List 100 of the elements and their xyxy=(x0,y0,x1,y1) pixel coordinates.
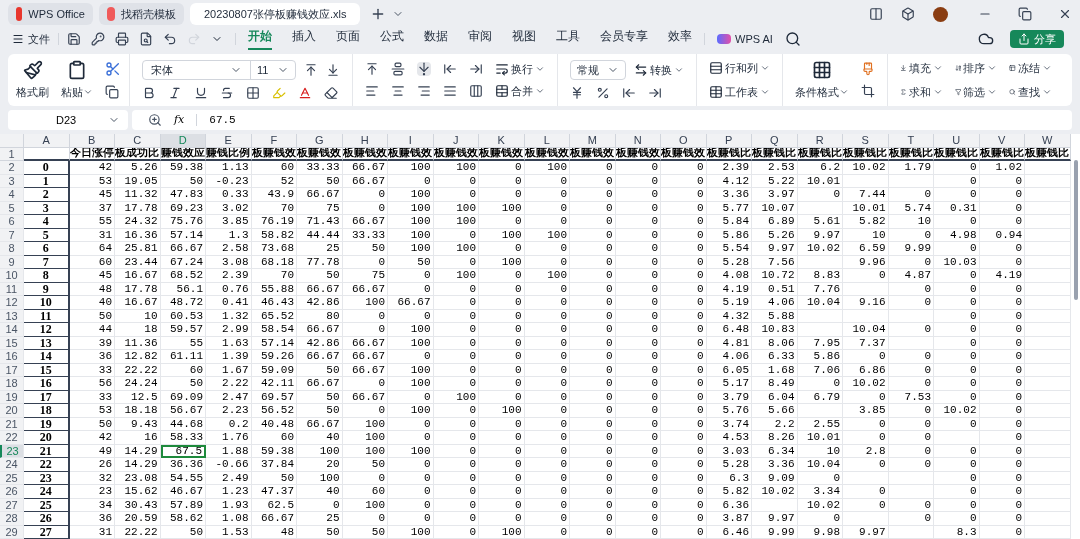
column-header[interactable]: P xyxy=(706,134,752,148)
indent-icon[interactable] xyxy=(469,61,483,76)
ribbon-button[interactable]: 转换 xyxy=(634,61,684,79)
ribbon-button[interactable]: 工作表 xyxy=(709,84,770,101)
decrease-decimal-icon[interactable] xyxy=(622,86,636,100)
restore-icon[interactable] xyxy=(1018,7,1032,21)
format-painter-button[interactable]: 格式刷 xyxy=(16,59,49,101)
avatar[interactable] xyxy=(933,6,948,22)
row-number[interactable]: 22 xyxy=(0,431,24,445)
column-header[interactable]: O xyxy=(661,134,707,148)
ribbon-tab[interactable]: 开始 xyxy=(248,28,272,50)
row-number[interactable]: 24 xyxy=(0,458,24,472)
row-number[interactable]: 28 xyxy=(0,512,24,526)
reading-mode-icon[interactable] xyxy=(869,7,883,21)
formula-value[interactable]: 67.5 xyxy=(209,111,236,129)
ribbon-tab[interactable]: 会员专享 xyxy=(600,28,648,50)
ribbon-button[interactable]: 排序 xyxy=(954,59,998,76)
increase-decimal-icon[interactable] xyxy=(648,86,662,100)
column-header[interactable]: R xyxy=(797,134,843,148)
ribbon-button[interactable]: 筛选 xyxy=(954,84,998,101)
crop-icon[interactable] xyxy=(861,84,875,98)
ai-button[interactable]: WPS AI xyxy=(717,30,773,48)
name-box[interactable]: D23 xyxy=(8,110,128,130)
row-number[interactable]: 4 xyxy=(0,188,24,202)
row-number[interactable]: 12 xyxy=(0,296,24,310)
save-icon[interactable] xyxy=(67,32,81,46)
cloud-icon[interactable] xyxy=(978,31,994,47)
percent-icon[interactable] xyxy=(596,86,610,100)
row-number[interactable]: 14 xyxy=(0,323,24,337)
row-number[interactable]: 6 xyxy=(0,215,24,229)
key-icon[interactable] xyxy=(91,32,105,46)
column-header[interactable]: C xyxy=(115,134,161,148)
column-header[interactable]: M xyxy=(570,134,616,148)
search-icon[interactable] xyxy=(784,31,801,47)
cell-style-icon[interactable] xyxy=(861,62,875,76)
conditional-format-button[interactable]: 条件格式 xyxy=(795,59,849,101)
window-tab[interactable]: 20230807张停板赚钱效应.xls xyxy=(190,3,360,25)
justify-icon[interactable] xyxy=(443,84,457,99)
column-header[interactable]: A xyxy=(24,134,70,148)
align-left-icon[interactable] xyxy=(365,84,379,99)
currency-icon[interactable] xyxy=(570,86,584,100)
row-number[interactable]: 8 xyxy=(0,242,24,256)
function-label[interactable]: fx xyxy=(174,111,185,129)
ribbon-tab[interactable]: 页面 xyxy=(336,28,360,50)
column-header[interactable]: T xyxy=(888,134,934,148)
paste-button[interactable]: 粘贴 xyxy=(61,59,93,101)
column-header[interactable]: L xyxy=(524,134,570,148)
share-button[interactable]: 分享 xyxy=(1010,30,1064,48)
ribbon-button[interactable]: 换行 xyxy=(495,60,545,77)
column-header[interactable]: N xyxy=(615,134,661,148)
row-number[interactable]: 10 xyxy=(0,269,24,283)
border-icon[interactable] xyxy=(246,86,260,100)
outdent-icon[interactable] xyxy=(443,61,457,76)
number-format-select[interactable]: 常规 xyxy=(570,60,626,80)
ribbon-tab[interactable]: 插入 xyxy=(292,28,316,50)
strikethrough-icon[interactable] xyxy=(220,86,234,100)
column-header[interactable]: I xyxy=(388,134,434,148)
ribbon-tab[interactable]: 数据 xyxy=(424,28,448,50)
increase-font-icon[interactable] xyxy=(304,63,318,77)
align-top-icon[interactable] xyxy=(365,61,379,76)
cut-icon[interactable] xyxy=(105,61,121,77)
column-header[interactable]: E xyxy=(206,134,252,148)
font-color-icon[interactable] xyxy=(298,86,312,100)
column-header[interactable]: W xyxy=(1025,134,1071,148)
column-header[interactable]: S xyxy=(843,134,889,148)
row-number[interactable]: 16 xyxy=(0,350,24,364)
new-tab-icon[interactable] xyxy=(370,6,386,22)
align-middle-icon[interactable] xyxy=(391,61,405,76)
column-header[interactable]: V xyxy=(979,134,1025,148)
column-header[interactable]: H xyxy=(342,134,388,148)
underline-icon[interactable] xyxy=(194,86,208,100)
ribbon-button[interactable]: 查找 xyxy=(1009,84,1052,101)
copy-icon[interactable] xyxy=(105,85,119,99)
ribbon-tab[interactable]: 公式 xyxy=(380,28,404,50)
ribbon-tab[interactable]: 效率 xyxy=(668,28,692,50)
zoom-icon[interactable] xyxy=(148,113,162,127)
ribbon-button[interactable]: 行和列 xyxy=(709,59,770,76)
window-tab[interactable]: WPS Office xyxy=(8,3,93,25)
file-menu[interactable]: 文件 xyxy=(12,30,50,48)
column-header[interactable]: G xyxy=(297,134,343,148)
ribbon-button[interactable]: 合并 xyxy=(495,83,545,100)
ribbon-button[interactable]: 冻结 xyxy=(1009,59,1052,76)
ribbon-tab[interactable]: 工具 xyxy=(556,28,580,50)
undo-icon[interactable] xyxy=(163,32,177,46)
row-number[interactable]: 18 xyxy=(0,377,24,391)
align-center-icon[interactable] xyxy=(391,84,405,99)
row-number[interactable]: 26 xyxy=(0,485,24,499)
window-tab[interactable]: 找稻壳模板 xyxy=(99,3,184,25)
print-preview-icon[interactable] xyxy=(139,32,153,46)
distribute-icon[interactable] xyxy=(469,84,483,99)
column-header[interactable]: K xyxy=(479,134,525,148)
italic-icon[interactable] xyxy=(168,86,182,100)
row-number[interactable]: 2 xyxy=(0,161,24,175)
print-icon[interactable] xyxy=(115,32,129,46)
decrease-font-icon[interactable] xyxy=(326,63,340,77)
ribbon-tab[interactable]: 视图 xyxy=(512,28,536,50)
cube-icon[interactable] xyxy=(901,7,915,21)
row-number[interactable]: 20 xyxy=(0,404,24,418)
column-header[interactable]: J xyxy=(433,134,479,148)
column-header[interactable]: U xyxy=(934,134,980,148)
